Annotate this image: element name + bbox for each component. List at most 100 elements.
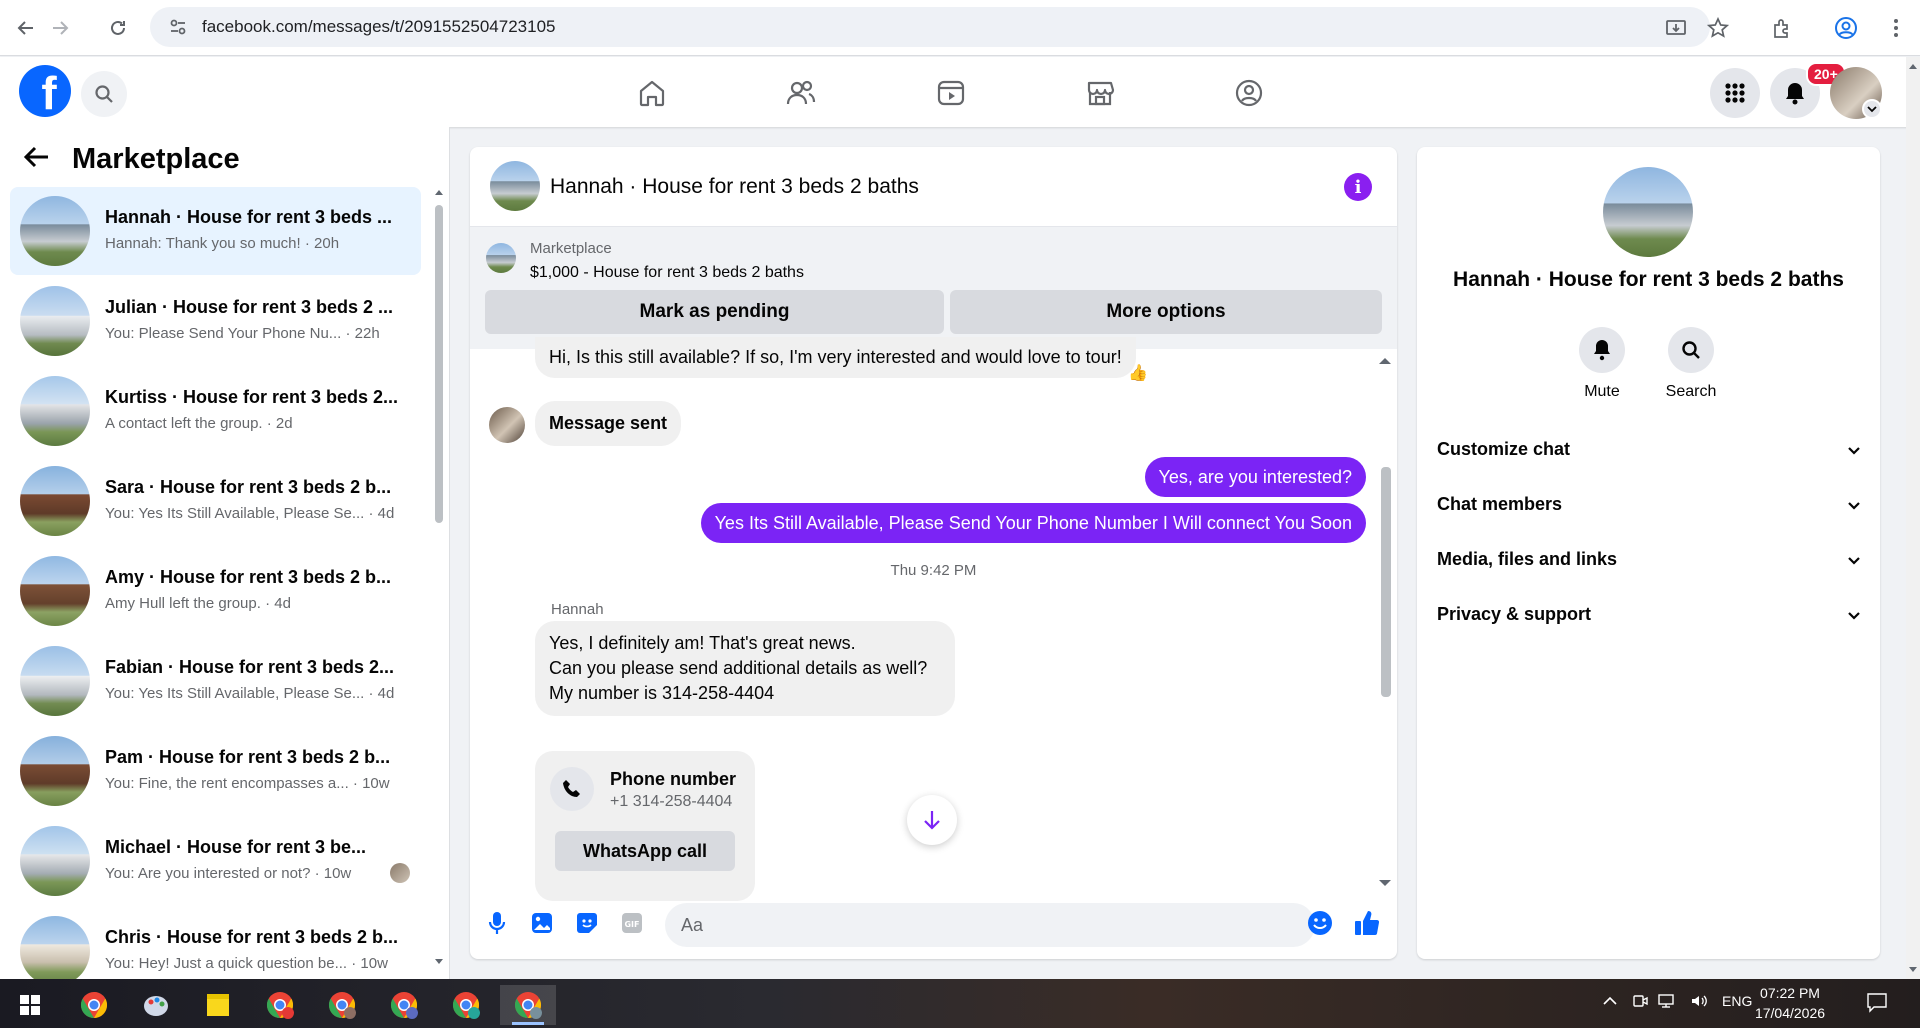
conversation-item[interactable]: Julian · House for rent 3 beds 2 ... You:… [10,277,421,365]
listing-thumbnail[interactable] [486,243,516,273]
message-input[interactable] [665,903,1315,947]
chrome-menu-icon[interactable] [1880,12,1912,44]
mark-as-pending-button[interactable]: Mark as pending [485,290,944,334]
meet-icon[interactable] [1632,993,1648,1012]
windows-start-icon[interactable] [2,985,58,1025]
conversation-avatar[interactable] [20,196,90,266]
sidebar-scroll-thumb[interactable] [435,205,443,523]
conversation-item[interactable]: Amy · House for rent 3 beds 2 b... Amy Hu… [10,547,421,635]
conversation-avatar[interactable] [20,736,90,806]
conversation-item[interactable]: Kurtiss · House for rent 3 beds 2... A co… [10,367,421,455]
search-icon [1668,327,1714,373]
page-scrollbar[interactable] [1906,57,1920,979]
chevron-down-icon[interactable] [1862,99,1882,119]
search-icon[interactable] [81,71,127,117]
video-icon[interactable] [931,73,971,113]
chat-avatar[interactable] [490,161,540,211]
conversation-avatar[interactable] [20,826,90,896]
conversation-name: Sara · House for rent 3 beds 2 b... [105,477,392,497]
listing-title[interactable]: $1,000 - House for rent 3 beds 2 baths [530,264,804,282]
conversation-avatar[interactable] [20,556,90,626]
message-line: Yes, I definitely am! That's great news. [549,633,856,653]
reaction-thumbs-up[interactable]: 👍 [1128,363,1148,383]
conversation-avatar[interactable] [20,286,90,356]
conversation-avatar[interactable] [20,646,90,716]
sender-avatar[interactable] [489,407,525,443]
back-arrow-icon[interactable] [22,145,50,174]
conversation-info-panel: Hannah · House for rent 3 beds 2 baths M… [1417,147,1880,959]
reload-icon[interactable] [102,12,134,44]
address-bar[interactable]: facebook.com/messages/t/2091552504723105 [150,7,1710,47]
forward-icon[interactable] [44,12,76,44]
more-options-button[interactable]: More options [950,290,1382,334]
conversation-name: Kurtiss · House for rent 3 beds 2... [105,387,399,407]
url-text[interactable]: facebook.com/messages/t/2091552504723105 [202,17,555,37]
conversation-item[interactable]: Hannah · House for rent 3 beds ... Hannah… [10,187,421,275]
conversation-item[interactable]: Pam · House for rent 3 beds 2 b... You: F… [10,727,421,815]
bookmark-star-icon[interactable] [1702,12,1734,44]
scroll-to-bottom-button[interactable] [907,795,957,845]
mute-button[interactable]: Mute [1562,327,1642,401]
conversation-preview: You: Please Send Your Phone Nu... · 22h [105,325,380,342]
conversation-avatar[interactable] [20,466,90,536]
volume-icon[interactable] [1690,993,1708,1012]
groups-icon[interactable] [1229,73,1269,113]
friends-icon[interactable] [781,73,821,113]
chat-scroll-up-arrow[interactable] [1378,353,1392,371]
clock-date: 17/04/2026 [1754,1005,1826,1021]
phone-icon [550,767,594,811]
conversation-name: Amy · House for rent 3 beds 2 b... [105,567,392,587]
conversation-item[interactable]: Chris · House for rent 3 beds 2 b... You:… [10,907,421,979]
chrome-profile-taskbar-icon[interactable] [314,985,370,1025]
like-thumbs-up-icon[interactable] [1352,908,1382,938]
marketplace-icon[interactable] [1080,73,1120,113]
chrome-profile-icon[interactable] [1830,12,1862,44]
facebook-topnav: f 20+ [0,57,1920,127]
extensions-icon[interactable] [1766,12,1798,44]
sticky-notes-taskbar-icon[interactable] [190,985,246,1025]
info-icon[interactable]: i [1344,173,1372,201]
whatsapp-call-button[interactable]: WhatsApp call [555,831,735,871]
menu-grid-icon[interactable] [1710,68,1760,118]
mute-label: Mute [1584,383,1620,400]
install-app-icon[interactable] [1660,12,1692,44]
chat-members-section[interactable]: Chat members [1437,484,1860,524]
media-files-links-section[interactable]: Media, files and links [1437,539,1860,579]
privacy-support-section[interactable]: Privacy & support [1437,594,1860,634]
chrome-taskbar-icon[interactable] [66,985,122,1025]
windows-taskbar: ENG 07:22 PM 17/04/2026 [0,979,1920,1028]
search-in-conversation-button[interactable]: Search [1651,327,1731,401]
chrome-profile-taskbar-icon[interactable] [438,985,494,1025]
conversation-item[interactable]: Michael · House for rent 3 be... You: Are… [10,817,421,905]
notification-center-icon[interactable] [1866,991,1888,1016]
message-sent-status: Message sent [535,401,682,446]
chat-scroll-thumb[interactable] [1381,467,1391,697]
conversation-avatar[interactable] [20,376,90,446]
microphone-icon[interactable] [482,908,512,938]
conversation-item[interactable]: Sara · House for rent 3 beds 2 b... You: … [10,457,421,545]
emoji-icon[interactable] [1305,908,1335,938]
customize-chat-section[interactable]: Customize chat [1437,429,1860,469]
system-clock[interactable]: 07:22 PM 17/04/2026 [1745,983,1835,1023]
conversation-avatar[interactable] [20,916,90,979]
chrome-active-taskbar-icon[interactable] [500,985,556,1025]
conversation-sidebar: Marketplace Hannah · House for rent 3 be… [0,127,450,979]
gif-icon[interactable]: GIF [617,908,647,938]
site-settings-icon[interactable] [160,17,196,37]
chrome-profile-taskbar-icon[interactable] [252,985,308,1025]
home-icon[interactable] [632,73,672,113]
conversation-item[interactable]: Fabian · House for rent 3 beds 2... You: … [10,637,421,725]
tray-chevron-up-icon[interactable] [1602,993,1618,1012]
paint-taskbar-icon[interactable] [128,985,184,1025]
sticker-icon[interactable] [572,908,602,938]
conversation-name: Chris · House for rent 3 beds 2 b... [105,927,399,947]
facebook-logo-icon[interactable]: f [19,65,71,117]
photo-icon[interactable] [527,908,557,938]
chrome-profile-taskbar-icon[interactable] [376,985,432,1025]
chat-title[interactable]: Hannah · House for rent 3 beds 2 baths [550,175,919,199]
chevron-down-icon [1848,494,1860,515]
back-icon[interactable] [10,12,42,44]
network-icon[interactable] [1658,993,1676,1012]
conversation-avatar[interactable] [1603,167,1693,257]
sender-name: Hannah [551,601,604,618]
